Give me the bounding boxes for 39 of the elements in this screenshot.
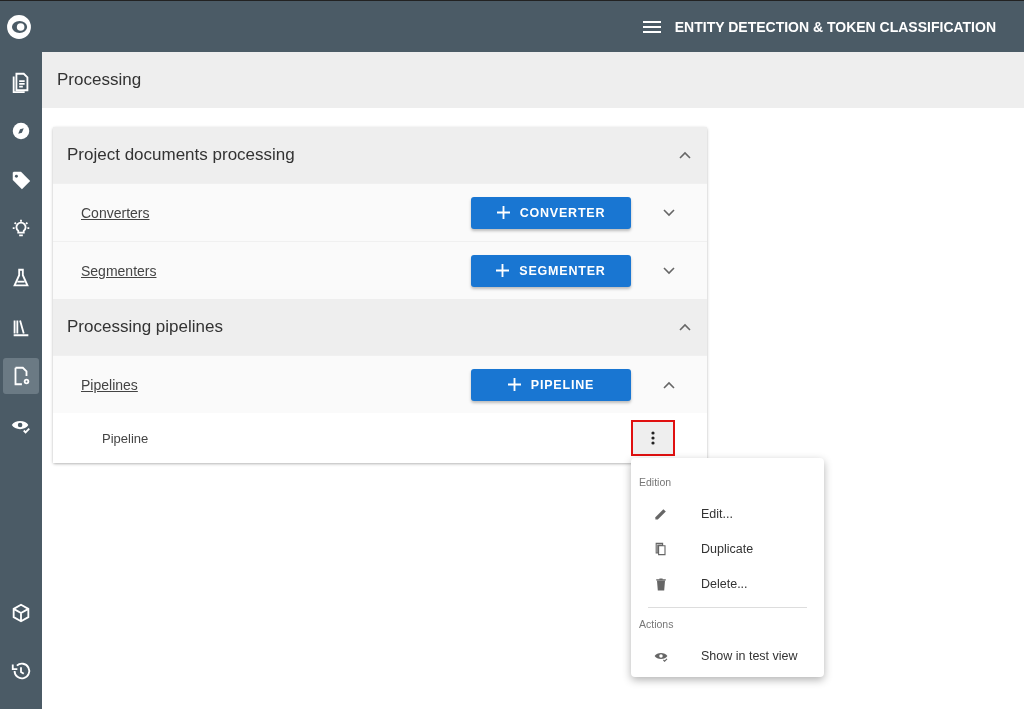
section-header[interactable]: Project documents processing — [53, 127, 707, 183]
menu-item[interactable]: Duplicate — [631, 531, 824, 566]
section-title: Project documents processing — [67, 145, 295, 165]
menu-icon — [642, 20, 661, 33]
trash-icon — [653, 575, 669, 592]
compass-icon — [10, 120, 32, 142]
menu-button[interactable] — [642, 20, 661, 33]
more-vertical-icon — [651, 431, 655, 445]
chevron-down-icon — [663, 208, 675, 217]
plus-icon — [496, 264, 510, 277]
item-name: Pipeline — [102, 430, 149, 446]
section-title: Processing pipelines — [67, 317, 223, 337]
more-options-button[interactable] — [631, 420, 675, 456]
group-link[interactable]: Segmenters — [81, 262, 471, 279]
group-link[interactable]: Converters — [81, 204, 471, 221]
plus-icon — [507, 378, 521, 391]
project-title: ENTITY DETECTION & TOKEN CLASSIFICATION — [674, 18, 996, 35]
add-button[interactable]: CONVERTER — [471, 196, 631, 229]
sidebar-item[interactable] — [3, 358, 39, 394]
chevron-down-icon — [663, 266, 675, 275]
plus-icon — [496, 206, 510, 219]
add-button[interactable]: SEGMENTER — [471, 254, 631, 287]
menu-item[interactable]: Show in test view — [631, 638, 824, 673]
chevron-up-icon — [663, 380, 675, 389]
chevron-up-icon — [679, 151, 691, 159]
menu-section-header: Actions — [638, 617, 675, 632]
page-title: Processing — [57, 70, 142, 90]
add-button[interactable]: PIPELINE — [471, 368, 631, 401]
history-icon — [10, 660, 32, 682]
chevron-up-icon — [679, 323, 691, 331]
cube-icon — [10, 602, 32, 624]
group-link[interactable]: Pipelines — [81, 376, 471, 393]
menu-item[interactable]: Delete... — [631, 566, 824, 601]
menu-section-header: Edition — [638, 475, 673, 490]
section-header[interactable]: Processing pipelines — [53, 299, 707, 355]
copy-icon — [653, 540, 669, 557]
menu-item[interactable]: Edit... — [631, 496, 824, 531]
tag-icon — [10, 169, 32, 191]
eye-logo-icon — [6, 13, 32, 40]
